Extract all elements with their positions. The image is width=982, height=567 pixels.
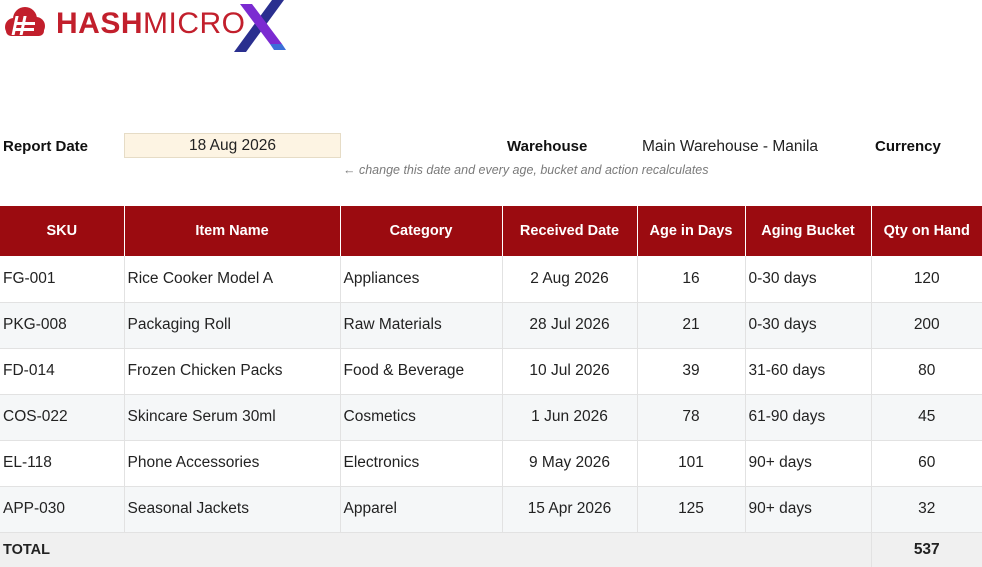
cell-aging-bucket[interactable]: 61-90 days [744, 394, 871, 441]
inventory-aging-table: SKU Item Name Category Received Date Age… [0, 206, 982, 567]
hashmicro-logo: HASHMICRO [0, 0, 300, 56]
warehouse-value: Main Warehouse - Manila [642, 138, 819, 155]
cell-item-name[interactable]: Phone Accessories [123, 440, 340, 487]
table-row: APP-030 Seasonal Jackets Apparel 15 Apr … [0, 486, 982, 533]
total-qty-on-hand[interactable]: 537 [870, 532, 982, 567]
table-row: FD-014 Frozen Chicken Packs Food & Bever… [0, 348, 982, 395]
column-header-aging-bucket[interactable]: Aging Bucket [744, 206, 871, 256]
cell-category[interactable]: Electronics [339, 440, 502, 487]
cell-age-in-days[interactable]: 125 [636, 486, 745, 533]
total-label: TOTAL [0, 532, 871, 567]
column-header-received-date[interactable]: Received Date [501, 206, 637, 256]
column-header-item-name[interactable]: Item Name [123, 206, 340, 256]
brand-name-regular: MICRO [143, 7, 246, 40]
cell-category[interactable]: Food & Beverage [339, 348, 502, 395]
cell-age-in-days[interactable]: 78 [636, 394, 745, 441]
cell-age-in-days[interactable]: 101 [636, 440, 745, 487]
cell-age-in-days[interactable]: 21 [636, 302, 745, 349]
column-header-qty-on-hand[interactable]: Qty on Hand [870, 206, 982, 256]
cell-qty-on-hand[interactable]: 60 [870, 440, 982, 487]
cell-age-in-days[interactable]: 16 [636, 256, 745, 303]
cell-qty-on-hand[interactable]: 32 [870, 486, 982, 533]
cell-category[interactable]: Raw Materials [339, 302, 502, 349]
column-header-category[interactable]: Category [339, 206, 502, 256]
table-row: EL-118 Phone Accessories Electronics 9 M… [0, 440, 982, 487]
cell-category[interactable]: Apparel [339, 486, 502, 533]
report-date-input[interactable]: 18 Aug 2026 [124, 133, 341, 158]
cell-item-name[interactable]: Rice Cooker Model A [123, 256, 340, 303]
cell-qty-on-hand[interactable]: 120 [870, 256, 982, 303]
cell-qty-on-hand[interactable]: 200 [870, 302, 982, 349]
brand-wordmark: HASHMICRO [56, 6, 246, 42]
cell-qty-on-hand[interactable]: 45 [870, 394, 982, 441]
cell-received-date[interactable]: 9 May 2026 [501, 440, 637, 487]
cell-age-in-days[interactable]: 39 [636, 348, 745, 395]
cell-received-date[interactable]: 10 Jul 2026 [501, 348, 637, 395]
table-total-row: TOTAL 537 [0, 532, 982, 567]
cell-sku[interactable]: PKG-008 [0, 302, 124, 349]
cell-item-name[interactable]: Frozen Chicken Packs [123, 348, 340, 395]
date-hint: ← change this date and every age, bucket… [343, 163, 709, 177]
cell-received-date[interactable]: 15 Apr 2026 [501, 486, 637, 533]
cell-item-name[interactable]: Seasonal Jackets [123, 486, 340, 533]
cell-sku[interactable]: FG-001 [0, 256, 124, 303]
table-header-row: SKU Item Name Category Received Date Age… [0, 206, 982, 256]
cell-sku[interactable]: APP-030 [0, 486, 124, 533]
cell-received-date[interactable]: 28 Jul 2026 [501, 302, 637, 349]
cell-item-name[interactable]: Packaging Roll [123, 302, 340, 349]
cell-received-date[interactable]: 2 Aug 2026 [501, 256, 637, 303]
cell-aging-bucket[interactable]: 0-30 days [744, 302, 871, 349]
cell-aging-bucket[interactable]: 90+ days [744, 486, 871, 533]
table-row: COS-022 Skincare Serum 30ml Cosmetics 1 … [0, 394, 982, 441]
cell-sku[interactable]: COS-022 [0, 394, 124, 441]
cell-sku[interactable]: FD-014 [0, 348, 124, 395]
cell-received-date[interactable]: 1 Jun 2026 [501, 394, 637, 441]
report-date-label: Report Date [3, 138, 89, 155]
column-header-age-in-days[interactable]: Age in Days [636, 206, 745, 256]
warehouse-label: Warehouse [507, 138, 588, 155]
brand-name-bold: HASH [56, 7, 144, 40]
column-header-sku[interactable]: SKU [0, 206, 124, 256]
cell-aging-bucket[interactable]: 90+ days [744, 440, 871, 487]
cell-aging-bucket[interactable]: 0-30 days [744, 256, 871, 303]
currency-label: Currency [875, 138, 941, 155]
cell-item-name[interactable]: Skincare Serum 30ml [123, 394, 340, 441]
cell-category[interactable]: Appliances [339, 256, 502, 303]
cell-sku[interactable]: EL-118 [0, 440, 124, 487]
cell-qty-on-hand[interactable]: 80 [870, 348, 982, 395]
brand-x-mark-icon [234, 0, 286, 52]
table-row: FG-001 Rice Cooker Model A Appliances 2 … [0, 256, 982, 303]
cell-aging-bucket[interactable]: 31-60 days [744, 348, 871, 395]
cell-category[interactable]: Cosmetics [339, 394, 502, 441]
table-row: PKG-008 Packaging Roll Raw Materials 28 … [0, 302, 982, 349]
